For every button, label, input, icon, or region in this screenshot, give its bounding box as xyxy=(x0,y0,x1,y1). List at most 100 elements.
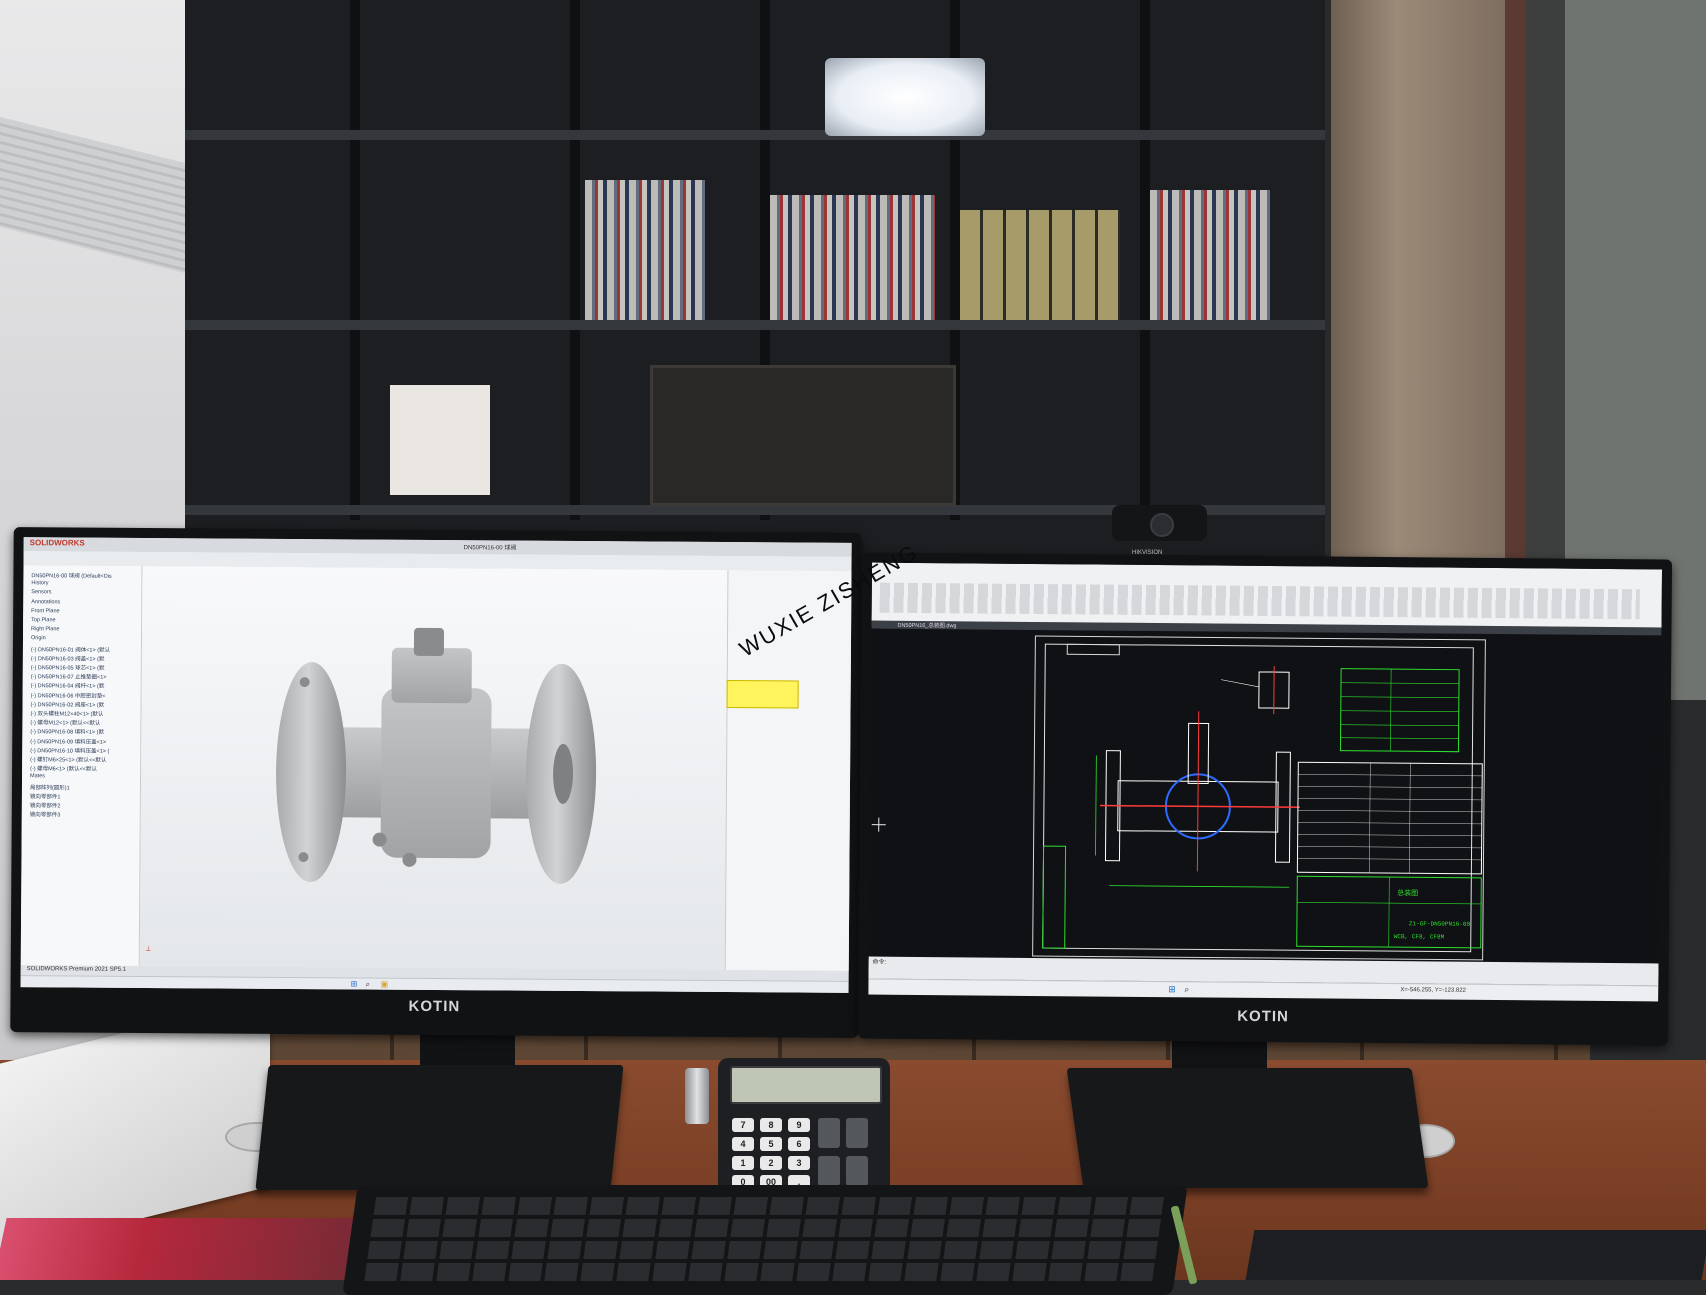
body-bolt xyxy=(402,853,416,867)
tree-item[interactable]: Mates xyxy=(30,774,45,780)
tree-item[interactable]: 镜向零部件3 xyxy=(30,810,61,818)
calculator-key: 7 xyxy=(732,1118,754,1132)
framed-calligraphy xyxy=(650,365,956,506)
tree-item[interactable]: (-) DN50PN16-03 阀盖<1> (默 xyxy=(31,654,105,663)
valve-top-mount xyxy=(392,648,472,704)
graphics-area[interactable]: ⟂ xyxy=(140,566,728,970)
monitor-stand-base xyxy=(255,1065,623,1190)
tree-item[interactable]: Front Plane xyxy=(31,608,59,614)
material-note: WCB, CF8, CF8M xyxy=(1394,933,1445,940)
drawing-title: 总装图 xyxy=(1397,888,1418,897)
tree-item[interactable]: (-) DN50PN16-08 填料<1> (默 xyxy=(30,728,104,737)
tree-item[interactable]: (-) 螺钉M6×25<1> (默认<<默认 xyxy=(30,755,106,764)
status-text: SOLIDWORKS Premium 2021 SP5.1 xyxy=(27,966,126,973)
cabinet-divider xyxy=(350,0,360,520)
calculator-key: 8 xyxy=(760,1118,782,1132)
tree-item[interactable]: Origin xyxy=(31,636,46,642)
cad-ribbon[interactable] xyxy=(872,563,1662,629)
tree-item[interactable]: History xyxy=(31,580,48,586)
tree-item[interactable]: Top Plane xyxy=(31,617,56,623)
tree-item[interactable]: (-) DN50PN16-02 阀座<1> (默 xyxy=(31,700,105,709)
book-row xyxy=(770,195,935,320)
command-prompt: 命令: xyxy=(873,957,887,966)
calculator-function-key xyxy=(846,1156,868,1186)
calculator-key: 4 xyxy=(732,1137,754,1151)
left-monitor: SOLIDWORKS DN50PN16-00 球阀 DN50PN16-00 球阀… xyxy=(10,527,862,1038)
desk-mat xyxy=(1246,1230,1706,1280)
keyboard xyxy=(342,1185,1187,1295)
cad-window[interactable]: DN50PN16_总装图.dwg xyxy=(868,563,1662,1002)
model-space[interactable]: Z1-GF-DN50PN16-00 WCB, CF8, CF8M 总装图 xyxy=(869,629,1662,964)
tree-item[interactable]: Annotations xyxy=(31,599,60,605)
tree-item[interactable]: (-) 双头螺柱M12×40<1> (默认 xyxy=(30,709,103,718)
ceiling-light xyxy=(825,58,985,136)
tree-item[interactable]: 镜向零部件1 xyxy=(30,792,61,800)
calculator-key: 1 xyxy=(732,1156,754,1170)
calculator-function-key xyxy=(846,1118,868,1148)
product-box xyxy=(390,385,490,495)
key-row xyxy=(364,1263,1157,1281)
book-row xyxy=(1150,190,1270,320)
valve-stem xyxy=(414,628,444,656)
search-icon[interactable]: ⌕ xyxy=(1184,984,1189,995)
feature-manager-tree[interactable]: DN50PN16-00 球阀 (Default<DisHistory Sensor… xyxy=(21,565,143,966)
shelf xyxy=(185,130,1325,140)
tree-item[interactable]: (-) 螺母M6<1> (默认<<默认 xyxy=(30,764,97,772)
solidworks-window[interactable]: SOLIDWORKS DN50PN16-00 球阀 DN50PN16-00 球阀… xyxy=(21,537,852,993)
tree-item[interactable]: (-) DN50PN16-01 阀体<1> (默认 xyxy=(31,645,110,654)
calculator-function-key xyxy=(818,1156,840,1186)
monitor-brand-logo: KOTIN xyxy=(10,995,858,1018)
calculator-display xyxy=(730,1066,882,1104)
tree-item[interactable]: (-) DN50PN16-07 止推垫圈<1> xyxy=(31,672,107,681)
parts-list-lines xyxy=(1297,762,1482,874)
tree-item[interactable]: DN50PN16-00 球阀 (Default<Dis xyxy=(31,571,111,580)
cabinet-divider xyxy=(1140,0,1150,520)
calculator-key: 2 xyxy=(760,1156,782,1170)
left-flange xyxy=(275,662,347,882)
shelf xyxy=(185,320,1325,330)
tree-item[interactable]: (-) DN50PN16-09 填料压盖<1> xyxy=(30,737,106,746)
calculator-key: 5 xyxy=(760,1137,782,1151)
selection-tooltip xyxy=(727,680,799,709)
wooden-pillar xyxy=(1325,0,1505,560)
sheet-inner-border xyxy=(1043,644,1474,952)
monitor-stand-base xyxy=(1067,1068,1429,1188)
valve-section-view xyxy=(1095,711,1301,888)
key-row xyxy=(367,1241,1160,1259)
tree-item[interactable]: (-) DN50PN16-04 阀杆<1> (默 xyxy=(31,682,105,691)
windows-start-icon[interactable]: ⊞ xyxy=(1168,984,1176,995)
flange-bolt-hole xyxy=(298,852,308,862)
requirement-table-lines xyxy=(1340,669,1459,752)
book-row xyxy=(960,210,1120,320)
search-icon[interactable]: ⌕ xyxy=(366,980,371,990)
title-block-number: Z1-GF-DN50PN16-00 xyxy=(1409,920,1471,928)
ribbon-tool-icons[interactable] xyxy=(880,583,1640,620)
brass-fitting xyxy=(685,1068,709,1124)
folder-icon[interactable]: ▣ xyxy=(381,980,389,989)
tree-item[interactable]: 局部阵列(圆形)1 xyxy=(30,783,70,791)
crosshair-cursor-icon xyxy=(872,818,886,832)
webcam xyxy=(1112,505,1207,541)
calculator: 789456123000. xyxy=(718,1058,890,1200)
calculator-key: 6 xyxy=(788,1137,810,1151)
tree-item[interactable]: 镜向零部件2 xyxy=(30,801,61,809)
monitor-brand-logo: KOTIN xyxy=(858,1004,1668,1028)
tree-item[interactable]: (-) DN50PN16-10 填料压盖<1> ( xyxy=(30,746,109,755)
key-row xyxy=(370,1219,1163,1237)
document-title: DN50PN16-00 球阀 xyxy=(464,542,517,551)
tree-item[interactable]: (-) DN50PN16-06 中腔密封垫< xyxy=(31,691,106,700)
tree-item[interactable]: (-) 螺母M12<1> (默认<<默认 xyxy=(30,718,100,726)
revision-column xyxy=(1043,846,1066,948)
windows-start-icon[interactable]: ⊞ xyxy=(351,979,358,988)
axis-triad-icon: ⟂ xyxy=(146,946,151,954)
calculator-key: 3 xyxy=(788,1156,810,1170)
key-row xyxy=(374,1197,1167,1215)
drawing-number-box xyxy=(1067,644,1119,654)
coordinate-readout: X=-546.255, Y=-123.822 xyxy=(1400,987,1466,994)
tree-item[interactable]: (-) DN50PN16-05 球芯<1> (默 xyxy=(31,663,105,672)
tree-item[interactable]: Sensors xyxy=(31,590,51,596)
valve-body xyxy=(380,688,491,859)
tree-item[interactable]: Right Plane xyxy=(31,626,59,632)
book-row xyxy=(585,180,705,320)
mouse-pad xyxy=(0,1218,357,1280)
